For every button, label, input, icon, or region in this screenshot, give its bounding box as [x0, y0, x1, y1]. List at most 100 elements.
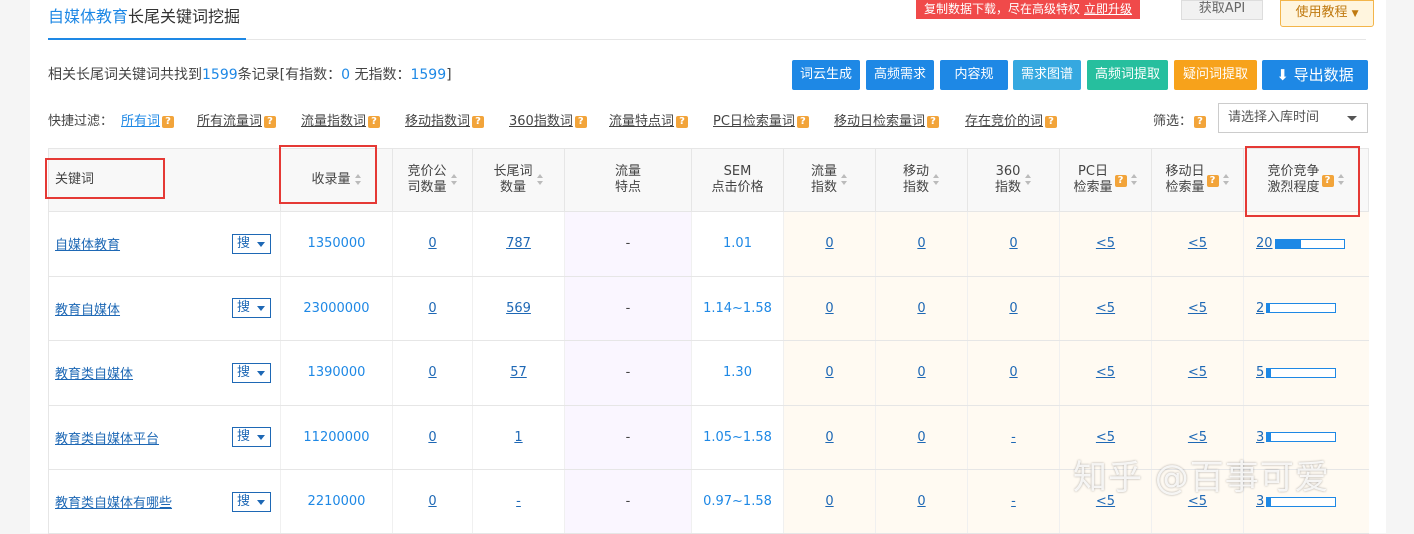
- help-icon: ?: [574, 116, 587, 128]
- time-select[interactable]: 请选择入库时间: [1218, 103, 1368, 133]
- mobile-daily-cell: <5: [1151, 211, 1244, 277]
- mobile-index-link[interactable]: 0: [917, 301, 925, 316]
- bid-companies-cell: 0: [392, 211, 473, 277]
- summary-prefix: 相关长尾词关键词共找到: [48, 67, 202, 83]
- promo-text: 复制数据下载，尽在高级特权: [924, 2, 1081, 16]
- demand-graph-label: 需求图谱: [1020, 67, 1073, 82]
- index-360-cell: -: [967, 469, 1060, 534]
- search-dropdown-button[interactable]: 搜: [232, 298, 271, 319]
- filter-traffic-feature[interactable]: 流量特点词?: [609, 110, 689, 129]
- high-freq-extract-button[interactable]: 高频词提取: [1087, 60, 1168, 90]
- bid-companies-link[interactable]: 0: [428, 365, 436, 380]
- usage-guide-label: 使用教程: [1295, 5, 1348, 20]
- search-dropdown-button[interactable]: 搜: [232, 491, 271, 512]
- col-bid-companies[interactable]: 竞价公 司数量: [392, 148, 473, 212]
- col-mobile-index[interactable]: 移动 指数: [875, 148, 968, 212]
- filter-bidding[interactable]: 存在竞价的词?: [965, 110, 1058, 129]
- bid-companies-link[interactable]: 0: [428, 301, 436, 316]
- traffic-index-link[interactable]: 0: [825, 236, 833, 251]
- index-360-link[interactable]: 0: [1009, 301, 1017, 316]
- col-longtail[interactable]: 长尾词 数量: [472, 148, 565, 212]
- pc-daily-link[interactable]: <5: [1096, 365, 1115, 380]
- sort-icon: [841, 174, 848, 186]
- longtail-link[interactable]: -: [516, 494, 521, 509]
- filter-traffic-index[interactable]: 流量指数词?: [301, 110, 381, 129]
- mobile-index-cell: 0: [875, 340, 968, 406]
- export-data-button[interactable]: ⬇ 导出数据: [1262, 60, 1368, 90]
- sem-price-cell: 1.01: [691, 211, 784, 277]
- get-api-button[interactable]: 获取API: [1181, 0, 1263, 20]
- filter-mobile-index[interactable]: 移动指数词?: [405, 110, 485, 129]
- longtail-cell: 1: [472, 405, 565, 470]
- search-dropdown-button[interactable]: 搜: [232, 427, 271, 448]
- screen-label: 筛选：?: [1153, 110, 1207, 129]
- content-plan-button[interactable]: 内容规: [940, 60, 1008, 90]
- search-dropdown-button[interactable]: 搜: [232, 362, 271, 383]
- index-360-link[interactable]: 0: [1009, 365, 1017, 380]
- mobile-index-link[interactable]: 0: [917, 236, 925, 251]
- filter-all-words[interactable]: 所有词?: [121, 110, 175, 129]
- title-keyword: 自媒体教育: [48, 7, 129, 26]
- demand-graph-button[interactable]: 需求图谱: [1013, 60, 1081, 90]
- high-freq-demand-button[interactable]: 高频需求: [866, 60, 934, 90]
- question-extract-button[interactable]: 疑问词提取: [1174, 60, 1257, 90]
- competition-link[interactable]: 3: [1256, 430, 1264, 445]
- index-360-link[interactable]: -: [1011, 494, 1016, 509]
- promo-banner: 复制数据下载，尽在高级特权 立即升级: [916, 0, 1141, 19]
- traffic-index-link[interactable]: 0: [825, 301, 833, 316]
- traffic-index-link[interactable]: 0: [825, 494, 833, 509]
- filter-360-index[interactable]: 360指数词?: [509, 110, 587, 129]
- usage-guide-button[interactable]: 使用教程 ▼: [1280, 0, 1374, 27]
- pc-daily-cell: <5: [1059, 340, 1152, 406]
- longtail-link[interactable]: 787: [506, 236, 531, 251]
- filter-label: 流量特点词: [609, 114, 675, 129]
- keyword-cell: 教育类自媒体 搜: [48, 340, 281, 406]
- word-cloud-button[interactable]: 词云生成: [792, 60, 860, 90]
- index-360-link[interactable]: -: [1011, 430, 1016, 445]
- keyword-link[interactable]: 教育类自媒体: [55, 367, 133, 382]
- traffic-index-link[interactable]: 0: [825, 365, 833, 380]
- result-summary: 相关长尾词关键词共找到1599条记录[有指数：0 无指数：1599]: [48, 64, 452, 84]
- col-mobile-daily[interactable]: 移动日 检索量?: [1151, 148, 1244, 212]
- longtail-link[interactable]: 569: [506, 301, 531, 316]
- competition-bar: [1274, 238, 1345, 249]
- competition-link[interactable]: 2: [1256, 301, 1264, 316]
- mobile-daily-link[interactable]: <5: [1188, 430, 1207, 445]
- chevron-down-icon: [257, 241, 265, 247]
- keyword-link[interactable]: 教育自媒体: [55, 303, 120, 318]
- col-360-index[interactable]: 360 指数: [967, 148, 1060, 212]
- col-traffic-index[interactable]: 流量 指数: [783, 148, 876, 212]
- filter-pc-daily[interactable]: PC日检索量词?: [713, 110, 809, 129]
- filter-label: 流量指数词: [301, 114, 367, 129]
- mobile-daily-link[interactable]: <5: [1188, 236, 1207, 251]
- mobile-daily-link[interactable]: <5: [1188, 365, 1207, 380]
- search-dropdown-button[interactable]: 搜: [232, 233, 271, 254]
- pc-daily-link[interactable]: <5: [1096, 430, 1115, 445]
- mobile-index-link[interactable]: 0: [917, 365, 925, 380]
- competition-link[interactable]: 5: [1256, 365, 1264, 380]
- title-rest: 长尾关键词挖掘: [128, 7, 241, 26]
- filter-mobile-daily[interactable]: 移动日检索量词?: [834, 110, 940, 129]
- sort-icon: [450, 174, 458, 186]
- bid-companies-link[interactable]: 0: [428, 236, 436, 251]
- pc-daily-link[interactable]: <5: [1096, 301, 1115, 316]
- keyword-link[interactable]: 自媒体教育: [55, 238, 120, 253]
- upgrade-link[interactable]: 立即升级: [1084, 2, 1132, 16]
- index-360-cell: 0: [967, 340, 1060, 406]
- competition-link[interactable]: 20: [1256, 236, 1273, 251]
- mobile-index-link[interactable]: 0: [917, 494, 925, 509]
- col-pc-daily[interactable]: PC日 检索量?: [1059, 148, 1152, 212]
- longtail-link[interactable]: 1: [514, 430, 522, 445]
- index-360-link[interactable]: 0: [1009, 236, 1017, 251]
- pc-daily-link[interactable]: <5: [1096, 236, 1115, 251]
- longtail-link[interactable]: 57: [510, 365, 527, 380]
- bid-companies-link[interactable]: 0: [428, 430, 436, 445]
- keyword-link[interactable]: 教育类自媒体有哪些: [55, 496, 172, 511]
- filter-all-traffic[interactable]: 所有流量词?: [197, 110, 277, 129]
- mobile-index-link[interactable]: 0: [917, 430, 925, 445]
- keyword-link[interactable]: 教育类自媒体平台: [55, 432, 159, 447]
- summary-mid2: 无指数：: [350, 67, 411, 83]
- mobile-daily-link[interactable]: <5: [1188, 301, 1207, 316]
- traffic-index-link[interactable]: 0: [825, 430, 833, 445]
- bid-companies-link[interactable]: 0: [428, 494, 436, 509]
